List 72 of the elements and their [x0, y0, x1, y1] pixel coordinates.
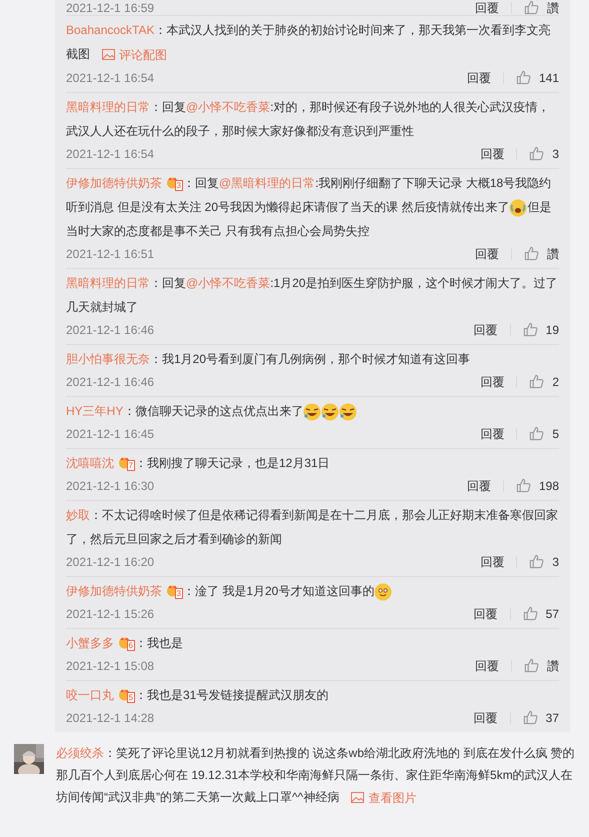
like-count[interactable]: 57 [546, 604, 559, 623]
emoji-icon [339, 402, 358, 421]
reply-link[interactable]: 回覆 [480, 144, 504, 163]
reply-text: BoahancockTAK：本武汉人找到的关于肺炎的初始讨论时间来了，那天我第一次看到李文亮截图 评论配图 [66, 18, 559, 67]
vip-badge: 5 [118, 688, 135, 704]
thumbs-up-icon[interactable] [529, 426, 544, 442]
vip-badge: 3 [166, 584, 183, 600]
timestamp: 2021-12-1 16:59 [66, 0, 154, 16]
thumbs-up-icon[interactable] [529, 554, 544, 570]
reply-text: 咬一口丸 5 ：我也是31号发链接提醒武汉朋友的 [66, 686, 330, 706]
timestamp: 2021-12-1 16:20 [66, 554, 154, 571]
like-count[interactable]: 3 [552, 144, 559, 163]
reply-text: 伊修加德特供奶茶 3 ：淦了 我是1月20号才知道这回事的 [66, 578, 559, 603]
reply-link[interactable]: 回覆 [475, 0, 499, 16]
reply-link[interactable]: 回覆 [480, 552, 504, 571]
thumbs-up-icon[interactable] [522, 710, 538, 726]
reply-text: 黑暗料理的日常：回复@小怿不吃香菜:1月20是拍到医生穿防护服，这个时候才闹大了。过了几天就封城了 [66, 274, 559, 316]
thumbs-up-icon[interactable] [524, 246, 539, 262]
reply-text: 黑暗料理的日常：回复@小怿不吃香菜:对的，那时候还有段子说外地的人很关心武汉疫情，武汉人人还在玩什么的段子，那时候大家好像都没有意识到严重性 [66, 98, 551, 140]
timestamp: 2021-12-1 14:28 [66, 710, 154, 727]
reply-text: 伊修加德特供奶茶 3 ：回复@黑暗料理的日常:我刚刚仔细翻了下聊天记录 大概18号我隐约听到消息 但是没有太关注 20号我因为懒得起床请假了当天的课 然后疫情就传出来了 但是当时大家的态度都是事不关己 只有我有点担心会局势失控 [66, 174, 552, 240]
like-count[interactable]: 3 [552, 552, 559, 571]
emoji-icon [374, 582, 392, 601]
image-icon [102, 49, 115, 60]
thumbs-up-icon[interactable] [522, 606, 538, 622]
reply-link[interactable]: 回覆 [474, 604, 498, 623]
reply-text: 胆小怕事很无奈：我1月20号看到厦门有几例病例，那个时候才知道有这回事 [66, 350, 472, 368]
reply-text: 妙取：不太记得啥时候了但是依稀记得看到新闻是在十二月底，那会儿正好期末准备寒假回家了，然后元旦回家之后才看到确诊的新闻 [66, 506, 559, 548]
reply-link[interactable]: 回覆 [474, 320, 498, 339]
timestamp: 2021-12-1 16:46 [66, 322, 154, 339]
reply-link[interactable]: 回覆 [466, 68, 491, 87]
thumbs-up-icon[interactable] [524, 0, 539, 15]
reply-link[interactable]: 回覆 [480, 372, 504, 391]
vip-badge: 7 [118, 456, 135, 472]
timestamp: 2021-12-1 15:08 [66, 658, 154, 675]
timestamp: 2021-12-1 16:54 [66, 70, 154, 87]
reply-text: 沈嘻嘻沈 7 ：我刚搜了聊天记录，也是12月31日 [66, 454, 331, 474]
thumbs-up-icon[interactable] [516, 70, 531, 86]
timestamp: 2021-12-1 16:54 [66, 146, 154, 163]
vip-badge: 6 [118, 636, 135, 652]
reply-text: HY三年HY：微信聊天记录的这点优点出来了 [66, 398, 559, 423]
reply-text: 小蟹多多 6 ：我也是 [66, 634, 184, 654]
emoji-icon [303, 402, 322, 421]
reply-link[interactable]: 回覆 [475, 244, 499, 263]
timestamp: 2021-12-1 16:46 [66, 374, 154, 391]
timestamp: 2021-12-1 16:51 [66, 246, 154, 263]
like-count[interactable]: 198 [538, 476, 559, 495]
thumbs-up-icon[interactable] [529, 374, 544, 390]
timestamp: 2021-12-1 16:45 [66, 426, 154, 443]
like-count[interactable]: 5 [552, 424, 559, 443]
reply-link[interactable]: 回覆 [466, 476, 491, 495]
vip-badge: 3 [166, 176, 183, 192]
like-count[interactable]: 讚 [547, 656, 559, 675]
timestamp: 2021-12-1 15:26 [66, 606, 154, 623]
comment-text: 必须绞杀：笑死了评论里说12月初就看到热搜的 说这条wb给湖北政府洗地的 到底在发什么疯 赞的那几百个人到底居心何在 19.12.31本学校和华南海鲜只隔一条街、家住距华南海鲜5km的武汉人在坊间传闻“武汉非典”的第二天第一次戴上口罩^^神经病 查看图片 [56, 742, 575, 809]
thumbs-up-icon[interactable] [524, 658, 539, 674]
like-count[interactable]: 19 [546, 320, 559, 339]
thumbs-up-icon[interactable] [522, 322, 538, 338]
reply-link[interactable]: 回覆 [474, 708, 498, 727]
like-count[interactable]: 讚 [547, 0, 559, 16]
like-count[interactable]: 37 [546, 708, 559, 727]
reply-link[interactable]: 回覆 [475, 656, 499, 675]
emoji-icon [509, 198, 528, 217]
like-count[interactable]: 141 [538, 68, 559, 87]
thumbs-up-icon[interactable] [516, 478, 531, 494]
like-count[interactable]: 2 [552, 372, 559, 391]
emoji-icon [321, 402, 340, 421]
image-icon [351, 792, 364, 804]
thumbs-up-icon[interactable] [529, 146, 544, 162]
reply-link[interactable]: 回覆 [480, 424, 504, 443]
like-count[interactable]: 讚 [547, 244, 559, 263]
timestamp: 2021-12-1 16:30 [66, 478, 154, 495]
